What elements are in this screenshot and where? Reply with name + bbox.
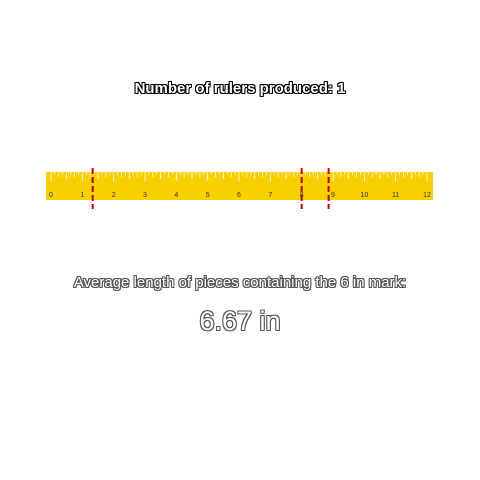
ruler-tick-label: 1 [80, 192, 84, 199]
ruler-tick-label: 5 [206, 192, 210, 199]
ruler-tick-label: 0 [49, 192, 53, 199]
ruler-tick-label: 6 [237, 192, 241, 199]
ruler-tick-label: 12 [423, 192, 431, 199]
rulers-produced-label: Number of rulers produced: 1 [134, 80, 346, 97]
average-length-value: 6.67 in [199, 306, 281, 336]
ruler-tick-label: 10 [360, 192, 368, 199]
ruler-tick-label: 9 [331, 192, 335, 199]
ruler: 0123456789101112 [46, 168, 433, 209]
ruler-tick-label: 2 [112, 192, 116, 199]
average-length-label: Average length of pieces containing the … [73, 274, 407, 291]
ruler-tick-label: 4 [174, 192, 178, 199]
ruler-tick-label: 11 [392, 192, 399, 199]
ruler-tick-label: 7 [268, 192, 272, 199]
ruler-tick-label: 3 [143, 192, 147, 199]
